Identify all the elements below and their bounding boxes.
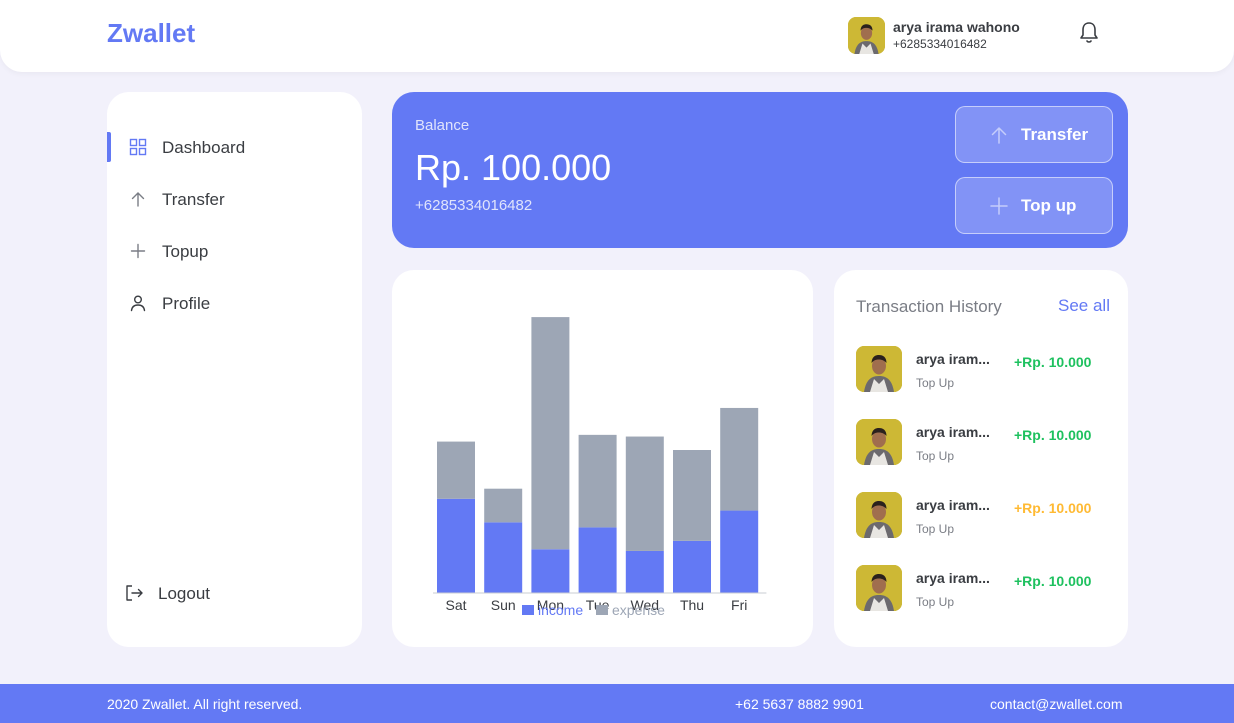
user-icon (129, 294, 147, 312)
active-indicator (107, 132, 111, 162)
logout-label: Logout (158, 584, 210, 603)
bar-expense-mon (531, 317, 570, 550)
balance-card: Balance Rp. 100.000 +6285334016482 Trans… (392, 92, 1128, 248)
bar-income-wed (625, 550, 664, 593)
history-title: Transaction History (856, 297, 1002, 316)
x-tick-label: Sat (445, 597, 466, 613)
transaction-row[interactable]: arya iram... Top Up +Rp. 10.000 (856, 492, 1106, 538)
transaction-amount: +Rp. 10.000 (1014, 427, 1092, 443)
bar-expense-fri (720, 407, 759, 511)
bar-income-tue (578, 527, 617, 593)
legend-label-income: income (538, 602, 583, 618)
bar-income-sat (437, 498, 475, 593)
balance-phone: +6285334016482 (415, 197, 533, 214)
transaction-amount: +Rp. 10.000 (1014, 573, 1092, 589)
balance-label: Balance (415, 117, 470, 134)
avatar (856, 565, 902, 611)
transfer-button-label: Transfer (1021, 125, 1089, 144)
balance-amount: Rp. 100.000 (415, 147, 612, 188)
avatar (856, 346, 902, 392)
legend-label-expense: expense (612, 602, 665, 618)
bar-income-fri (720, 510, 759, 593)
logout-button[interactable]: Logout (107, 578, 362, 608)
transaction-history-card: Transaction History See all arya iram...… (834, 270, 1128, 647)
bar-expense-wed (625, 436, 664, 551)
bar-chart: SatSunMonTueWedThuFriincomeexpense (433, 317, 767, 618)
user-profile-summary[interactable]: arya irama wahono +6285334016482 (848, 17, 1020, 54)
transaction-amount: +Rp. 10.000 (1014, 354, 1092, 370)
top-header: Zwallet arya irama wahono +6285334016482 (0, 0, 1234, 72)
sidebar: Dashboard Transfer Topup Profile Logout (107, 92, 362, 647)
transaction-name: arya iram... (916, 424, 990, 440)
sidebar-item-dashboard[interactable]: Dashboard (107, 132, 362, 162)
transaction-row[interactable]: arya iram... Top Up +Rp. 10.000 (856, 346, 1106, 392)
transaction-type: Top Up (916, 449, 955, 463)
bar-expense-tue (578, 434, 617, 528)
plus-icon (989, 196, 1009, 216)
sidebar-item-transfer[interactable]: Transfer (107, 184, 362, 214)
sidebar-item-label: Transfer (162, 190, 225, 209)
avatar (856, 492, 902, 538)
sidebar-item-label: Dashboard (162, 138, 246, 157)
transaction-name: arya iram... (916, 570, 990, 586)
user-name: arya irama wahono (893, 19, 1020, 35)
transaction-name: arya iram... (916, 351, 990, 367)
transaction-amount: +Rp. 10.000 (1014, 500, 1092, 516)
bar-expense-thu (673, 450, 711, 541)
transaction-row[interactable]: arya iram... Top Up +Rp. 10.000 (856, 419, 1106, 465)
transaction-type: Top Up (916, 595, 955, 609)
x-tick-label: Fri (731, 597, 747, 613)
transaction-name: arya iram... (916, 497, 990, 513)
sidebar-item-label: Profile (162, 294, 211, 313)
legend-swatch-income (522, 605, 534, 615)
bar-income-mon (531, 549, 570, 593)
x-tick-label: Thu (680, 597, 704, 613)
topup-button-label: Top up (1021, 196, 1077, 215)
logout-icon (125, 584, 143, 602)
grid-icon (129, 138, 147, 156)
bell-icon[interactable] (1078, 20, 1100, 44)
transfer-button[interactable]: Transfer (955, 106, 1113, 163)
sidebar-item-label: Topup (162, 242, 209, 261)
sidebar-item-topup[interactable]: Topup (107, 236, 362, 266)
bar-expense-sat (437, 441, 475, 499)
transaction-type: Top Up (916, 376, 955, 390)
arrow-up-icon (989, 125, 1009, 145)
topup-button[interactable]: Top up (955, 177, 1113, 234)
see-all-link[interactable]: See all (1058, 296, 1110, 316)
bar-expense-sun (484, 488, 523, 523)
brand-logo[interactable]: Zwallet (107, 18, 195, 49)
footer-phone: +62 5637 8882 9901 (735, 696, 864, 712)
footer: 2020 Zwallet. All right reserved. +62 56… (0, 684, 1234, 723)
transaction-type: Top Up (916, 522, 955, 536)
arrow-up-icon (129, 190, 147, 208)
chart-card: SatSunMonTueWedThuFriincomeexpense (392, 270, 813, 647)
bar-income-thu (673, 540, 711, 593)
x-tick-label: Sun (491, 597, 516, 613)
avatar[interactable] (848, 17, 885, 54)
user-phone: +6285334016482 (893, 37, 987, 51)
transaction-row[interactable]: arya iram... Top Up +Rp. 10.000 (856, 565, 1106, 611)
bar-income-sun (484, 522, 523, 593)
footer-copyright: 2020 Zwallet. All right reserved. (107, 696, 303, 712)
sidebar-item-profile[interactable]: Profile (107, 288, 362, 318)
avatar (856, 419, 902, 465)
footer-email[interactable]: contact@zwallet.com (990, 696, 1122, 712)
plus-icon (129, 242, 147, 260)
legend-swatch-expense (596, 605, 608, 615)
